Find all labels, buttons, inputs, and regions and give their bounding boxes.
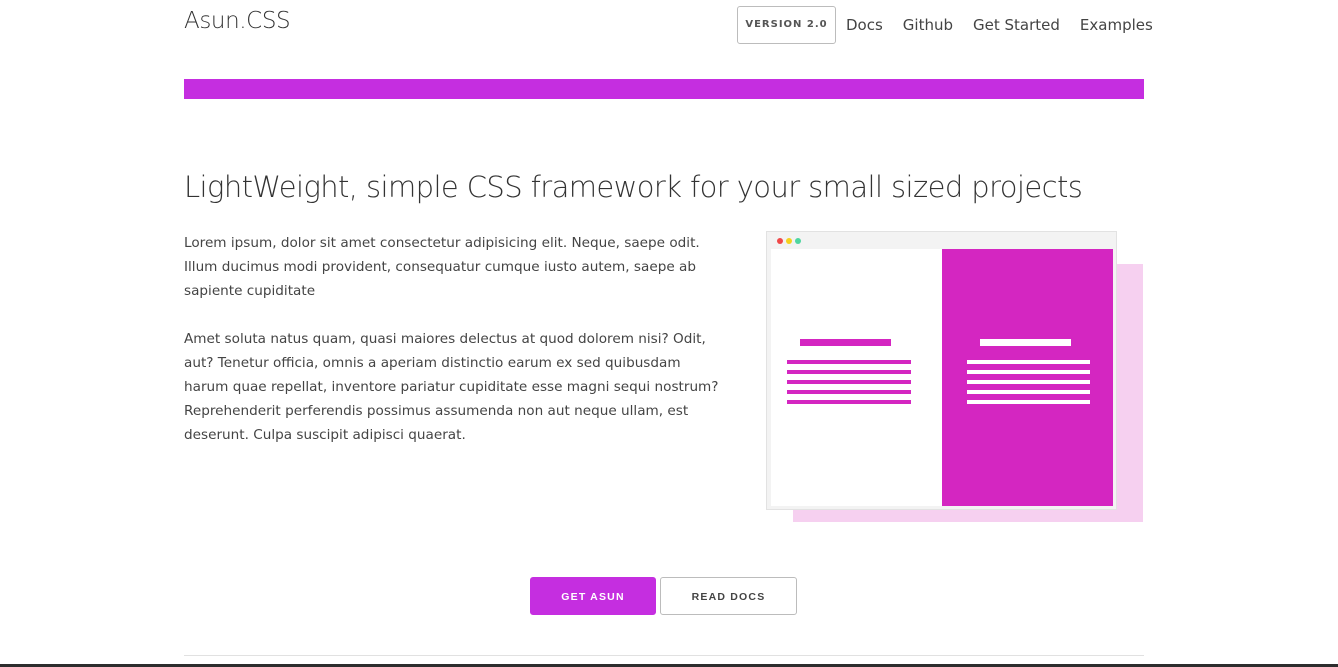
accent-bar <box>184 79 1144 99</box>
minimize-dot-icon <box>786 238 792 244</box>
version-button[interactable]: VERSION 2.0 <box>737 6 836 44</box>
text-line-icon <box>967 380 1090 384</box>
text-line-icon <box>787 390 911 394</box>
text-line-icon <box>967 370 1090 374</box>
page: Asun.CSS VERSION 2.0 Docs Github Get Sta… <box>0 0 1338 667</box>
text-line-icon <box>967 400 1090 404</box>
nav-link-github[interactable]: Github <box>903 16 953 34</box>
browser-window-illustration <box>766 231 1117 510</box>
nav-link-examples[interactable]: Examples <box>1080 16 1153 34</box>
close-dot-icon <box>777 238 783 244</box>
text-line-icon <box>787 370 911 374</box>
text-line-icon <box>787 400 911 404</box>
brand-logo[interactable]: Asun.CSS <box>184 8 291 34</box>
illustration-right-pane <box>942 249 1113 506</box>
text-line-icon <box>980 339 1071 346</box>
top-nav: VERSION 2.0 Docs Github Get Started Exam… <box>737 6 1163 44</box>
hero-paragraph-1: Lorem ipsum, dolor sit amet consectetur … <box>184 235 700 299</box>
hero-title: LightWeight, simple CSS framework for yo… <box>184 170 1083 204</box>
window-controls <box>777 238 804 244</box>
footer-divider <box>184 655 1144 656</box>
hero-description: Lorem ipsum, dolor sit amet consectetur … <box>184 231 729 471</box>
text-line-icon <box>967 360 1090 364</box>
text-line-icon <box>787 360 911 364</box>
illustration-left-pane <box>771 249 942 506</box>
text-line-icon <box>967 390 1090 394</box>
text-line-icon <box>800 339 891 346</box>
nav-link-docs[interactable]: Docs <box>846 16 883 34</box>
hero-paragraph-2: Amet soluta natus quam, quasi maiores de… <box>184 331 719 443</box>
nav-link-get-started[interactable]: Get Started <box>973 16 1060 34</box>
maximize-dot-icon <box>795 238 801 244</box>
read-docs-button[interactable]: READ DOCS <box>660 577 797 615</box>
get-asun-button[interactable]: GET ASUN <box>530 577 656 615</box>
text-line-icon <box>787 380 911 384</box>
